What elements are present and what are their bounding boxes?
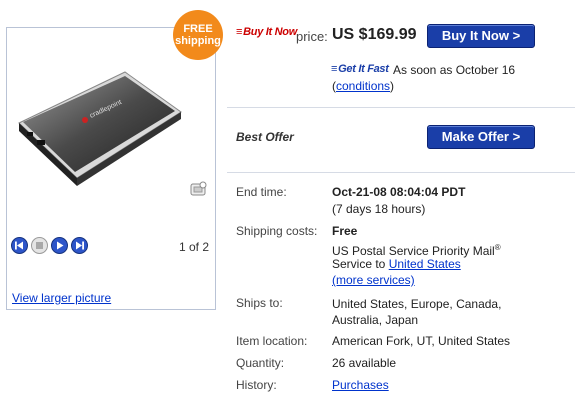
divider-1 — [227, 107, 575, 108]
quantity-label: Quantity: — [236, 356, 285, 370]
more-services-link[interactable]: (more services) — [332, 273, 415, 288]
stop-icon[interactable] — [31, 237, 48, 254]
image-counter: 1 of 2 — [178, 240, 209, 254]
service-to-text: Service to — [332, 257, 386, 271]
conditions-line: (conditions) — [332, 79, 394, 94]
service-to-line: Service to United States — [332, 257, 461, 272]
quantity-value: 26 available — [332, 356, 397, 370]
get-it-fast-logo: Get It Fast — [331, 63, 389, 75]
time-left-value: (7 days 18 hours) — [332, 202, 426, 216]
shipping-costs-label: Shipping costs: — [236, 224, 318, 238]
item-location-value: American Fork, UT, United States — [332, 334, 511, 348]
end-time-label: End time: — [236, 185, 287, 199]
item-photo-panel: cradlepoint 1 of 2 View larger picture — [6, 27, 216, 310]
end-time-value: Oct-21-08 08:04:04 PDT — [332, 185, 466, 199]
registered-mark: ® — [494, 243, 501, 252]
shipping-cost-value: Free — [332, 224, 358, 238]
price-value: US $169.99 — [332, 26, 417, 43]
get-it-fast-text: As soon as October 16 — [393, 63, 516, 77]
item-location-label: Item location: — [236, 334, 308, 348]
play-icon[interactable] — [51, 237, 68, 254]
badge-line-1: FREE — [183, 23, 213, 35]
free-shipping-badge: FREE shipping — [173, 10, 223, 60]
slideshow-controls — [11, 237, 88, 254]
view-larger-picture-link[interactable]: View larger picture — [12, 291, 111, 305]
badge-line-2: shipping — [175, 35, 221, 47]
ships-to-value: United States, Europe, Canada, Australia… — [332, 297, 502, 327]
conditions-close-paren: ) — [390, 79, 395, 93]
last-image-icon[interactable] — [71, 237, 88, 254]
history-label: History: — [236, 378, 277, 392]
buy-it-now-button[interactable]: Buy It Now > — [427, 24, 535, 48]
shipping-service-name: US Postal Service Priority Mail — [332, 244, 495, 258]
device-logo-icon — [82, 117, 88, 123]
ships-to-label: Ships to: — [236, 296, 283, 310]
united-states-link[interactable]: United States — [389, 257, 461, 271]
make-offer-button[interactable]: Make Offer > — [427, 125, 535, 149]
price-label: price: — [296, 29, 328, 44]
buy-it-now-logo: Buy It Now — [236, 26, 297, 38]
conditions-link[interactable]: conditions — [336, 79, 390, 93]
first-image-icon[interactable] — [11, 237, 28, 254]
purchases-link[interactable]: Purchases — [332, 378, 389, 393]
best-offer-label: Best Offer — [236, 130, 294, 144]
zoom-icon[interactable] — [190, 181, 208, 197]
product-image[interactable]: cradlepoint — [15, 68, 185, 208]
divider-2 — [227, 172, 575, 173]
